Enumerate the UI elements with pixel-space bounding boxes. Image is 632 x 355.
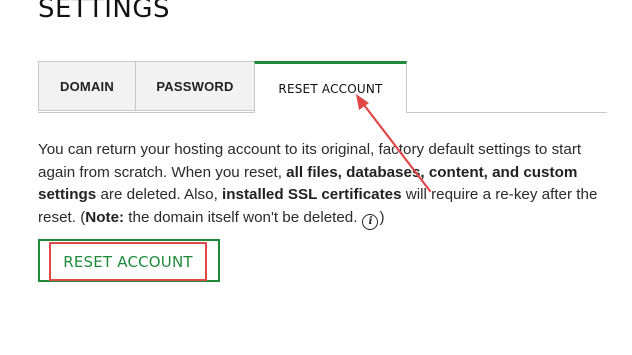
desc-text-2: are deleted. Also, <box>96 186 223 203</box>
settings-page: SETTINGS DOMAIN PASSWORD RESET ACCOUNT Y… <box>0 0 632 355</box>
tab-reset-account-label: RESET ACCOUNT <box>278 81 383 96</box>
desc-closing: ) <box>379 208 385 226</box>
tab-domain[interactable]: DOMAIN <box>38 61 136 111</box>
info-circle-icon[interactable]: i <box>362 213 379 230</box>
tab-reset-account[interactable]: RESET ACCOUNT <box>254 61 407 113</box>
reset-description: You can return your hosting account to i… <box>38 139 598 230</box>
page-title: SETTINGS <box>38 0 171 24</box>
settings-tabs: DOMAIN PASSWORD RESET ACCOUNT <box>38 61 607 113</box>
desc-note-text: the domain itself won't be deleted. <box>124 208 358 226</box>
desc-note-label: Note: <box>85 208 125 226</box>
tab-domain-label: DOMAIN <box>60 78 114 94</box>
reset-account-button[interactable]: RESET ACCOUNT <box>49 242 207 281</box>
desc-bold-ssl: installed SSL certificates <box>222 186 402 203</box>
tab-password[interactable]: PASSWORD <box>135 61 255 111</box>
tab-password-label: PASSWORD <box>156 78 234 94</box>
